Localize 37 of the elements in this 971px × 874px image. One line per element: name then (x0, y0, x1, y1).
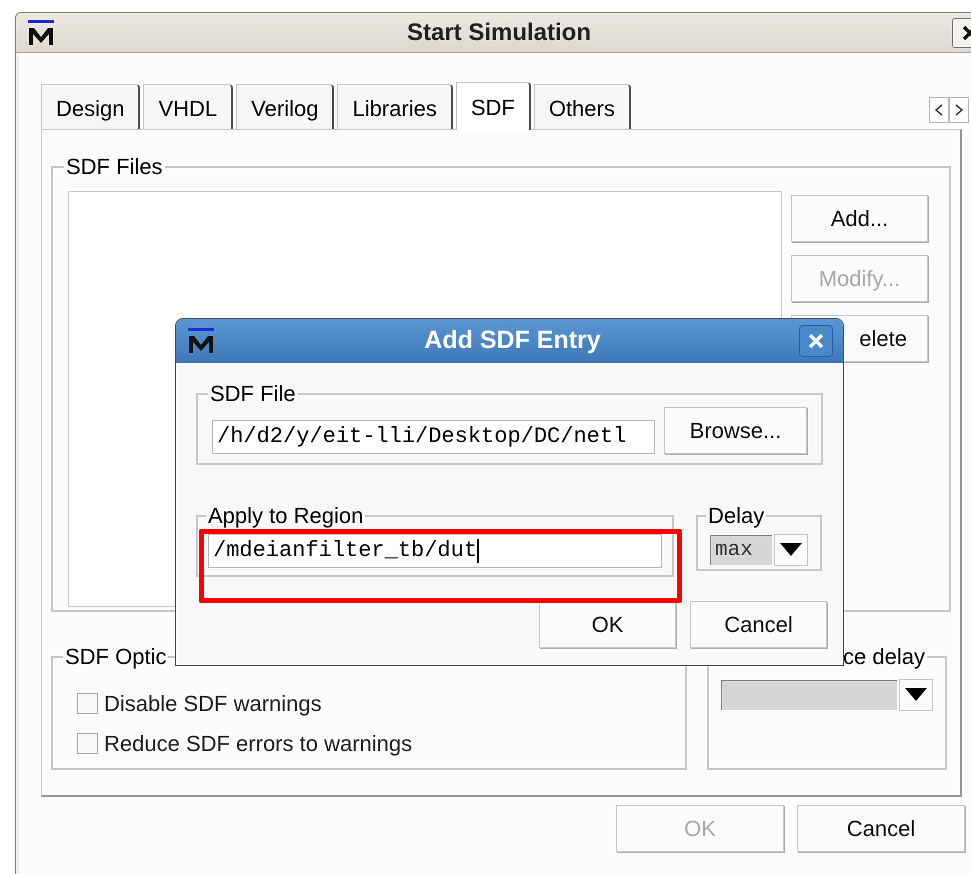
tab[interactable]: Design (41, 84, 140, 129)
checkbox-label: Reduce SDF errors to warnings (104, 730, 412, 758)
dropdown-caret-icon[interactable] (774, 534, 808, 566)
group-label: Apply to Region (207, 502, 364, 530)
dropdown-caret-icon[interactable] (899, 679, 933, 711)
group-label: SDF Optic (64, 643, 168, 671)
group-label: SDF File (209, 380, 297, 408)
group-label: SDF Files (65, 153, 164, 181)
dialog-button[interactable]: OK (539, 601, 676, 648)
close-button[interactable] (799, 325, 833, 357)
checkbox-label: Disable SDF warnings (104, 690, 322, 718)
scroll-left-button[interactable] (929, 97, 949, 123)
dialog-title: Add SDF Entry (423, 325, 602, 356)
app-logo-icon (186, 328, 216, 354)
app-logo-icon (26, 20, 56, 46)
footer-button[interactable]: Cancel (797, 805, 965, 852)
chevron-left-icon (935, 104, 943, 116)
close-icon (808, 333, 824, 349)
dropdown[interactable] (721, 679, 933, 711)
tab[interactable]: VHDL (143, 84, 234, 129)
tab[interactable]: SDF (456, 82, 531, 130)
input-field[interactable]: /mdeianfilter_tb/dut (208, 534, 662, 568)
sdf-button[interactable]: Add... (791, 195, 928, 242)
window-title: Start Simulation (406, 18, 592, 48)
tab[interactable]: Libraries (337, 84, 453, 129)
checkbox[interactable] (77, 732, 98, 754)
dialog-button[interactable]: Cancel (690, 601, 827, 648)
input-field[interactable]: /h/d2/y/eit-lli/Desktop/DC/netl (212, 420, 655, 454)
checkbox[interactable] (77, 692, 98, 714)
tab[interactable]: Verilog (236, 84, 334, 129)
group-label: ce delay (842, 643, 926, 671)
chevron-right-icon (955, 104, 963, 116)
browse-button[interactable]: Browse... (664, 407, 807, 454)
dropdown-value: max (715, 539, 753, 562)
scroll-right-button[interactable] (949, 97, 969, 123)
group-label: Delay (707, 502, 766, 530)
tab[interactable]: Others (534, 84, 631, 129)
